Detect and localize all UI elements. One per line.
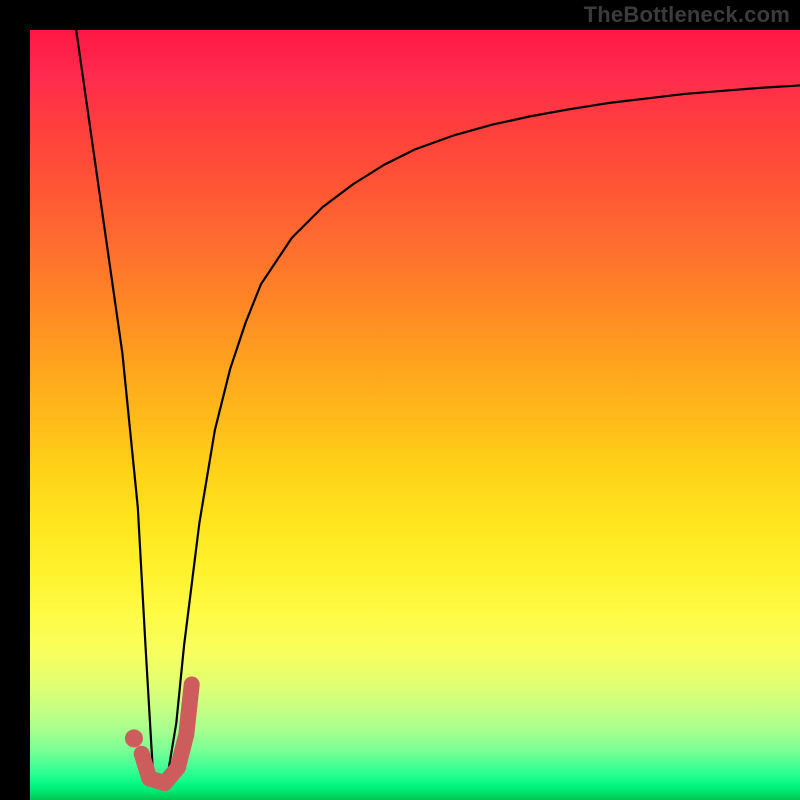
- plot-area: [30, 30, 800, 800]
- optimum-marker-dot: [125, 729, 143, 747]
- curve-svg: [30, 30, 800, 800]
- chart-frame: TheBottleneck.com: [0, 0, 800, 800]
- watermark-text: TheBottleneck.com: [584, 2, 790, 28]
- bottleneck-curve: [76, 30, 800, 785]
